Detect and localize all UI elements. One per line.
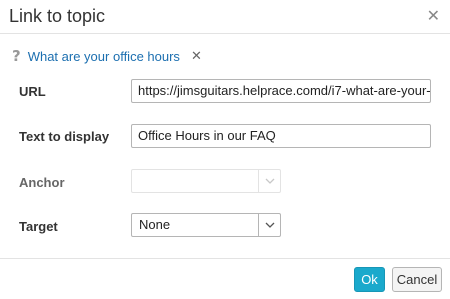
target-label: Target [19,219,58,234]
anchor-select [131,169,281,193]
topic-link[interactable]: What are your office hours [28,49,180,64]
text-to-display-field[interactable]: Office Hours in our FAQ [131,124,431,148]
url-label: URL [19,84,46,99]
dialog-title: Link to topic [9,6,106,26]
chevron-down-icon [265,178,274,184]
target-value: None [139,217,171,232]
remove-x-icon[interactable]: ✕ [191,49,202,64]
selected-topic: ? What are your office hours ✕ [12,47,202,65]
target-dropdown-button[interactable] [258,214,280,236]
cancel-button[interactable]: Cancel [392,267,442,292]
anchor-dropdown-button [258,170,280,192]
chevron-down-icon [265,222,274,228]
close-icon[interactable]: ✕ [427,8,440,24]
dialog-footer: Ok Cancel [0,258,450,299]
link-to-topic-dialog: Link to topic ✕ ? What are your office h… [0,0,450,299]
text-to-display-label: Text to display [19,129,110,144]
dialog-header: Link to topic ✕ [0,0,450,34]
question-mark-icon: ? [12,47,21,65]
anchor-label: Anchor [19,175,65,190]
ok-button[interactable]: Ok [354,267,385,292]
target-select[interactable]: None [131,213,281,237]
url-field[interactable]: https://jimsguitars.helprace.comd/i7-wha… [131,79,431,103]
